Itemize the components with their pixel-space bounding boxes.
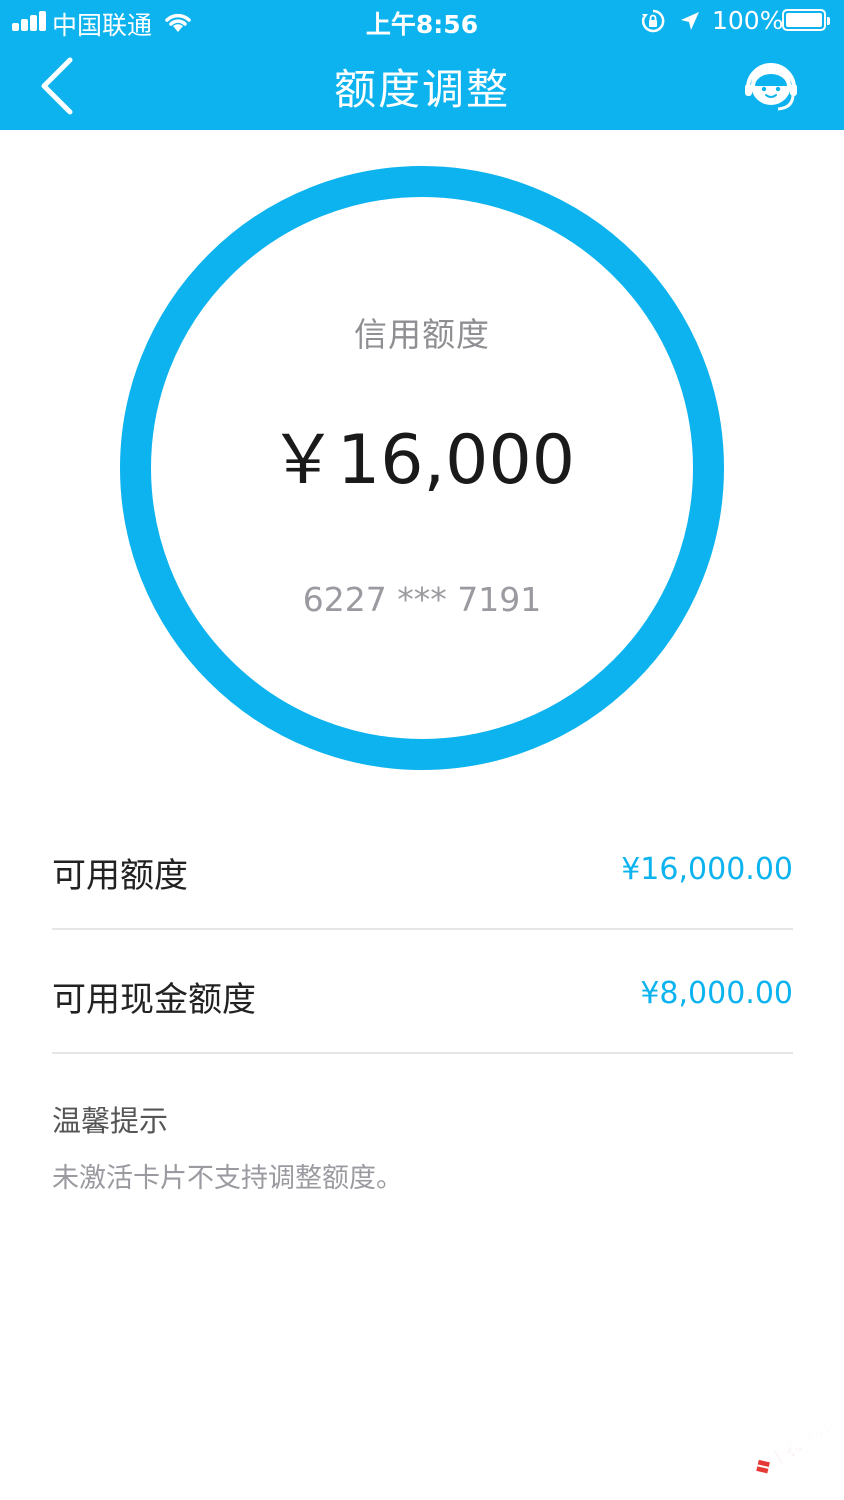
tips-title: 温馨提示 (52, 1104, 169, 1138)
customer-service-button[interactable] (740, 56, 802, 118)
tips-text: 未激活卡片不支持调整额度。 (52, 1163, 403, 1194)
rotation-lock-icon (641, 9, 665, 33)
battery-icon (782, 9, 830, 31)
credit-limit-amount: ￥16,000 (269, 421, 575, 500)
page-title: 额度调整 (333, 65, 510, 114)
available-limit-row: 可用额度 ¥16,000.00 (52, 806, 793, 930)
customer-service-icon (745, 63, 797, 111)
credit-limit-label: 信用额度 (354, 315, 490, 354)
navigation-bar: 额度调整 (0, 42, 844, 130)
watermark-logo: 卡农社区 (756, 1417, 835, 1474)
app-header: 中国联通 上午8:56 100% 额度调整 (0, 0, 844, 130)
available-cash-limit-row: 可用现金额度 ¥8,000.00 (52, 930, 793, 1054)
battery-percentage: 100% (712, 6, 784, 35)
status-bar: 中国联通 上午8:56 100% (0, 0, 844, 42)
available-cash-limit-value: ¥8,000.00 (640, 976, 793, 1011)
available-limit-label: 可用额度 (52, 856, 188, 896)
location-arrow-icon (681, 12, 699, 30)
available-cash-limit-label: 可用现金额度 (52, 980, 256, 1020)
available-limit-value: ¥16,000.00 (621, 852, 793, 887)
watermark-text: 卡农社区 (766, 1417, 835, 1471)
card-number: 6227 *** 7191 (302, 580, 542, 619)
